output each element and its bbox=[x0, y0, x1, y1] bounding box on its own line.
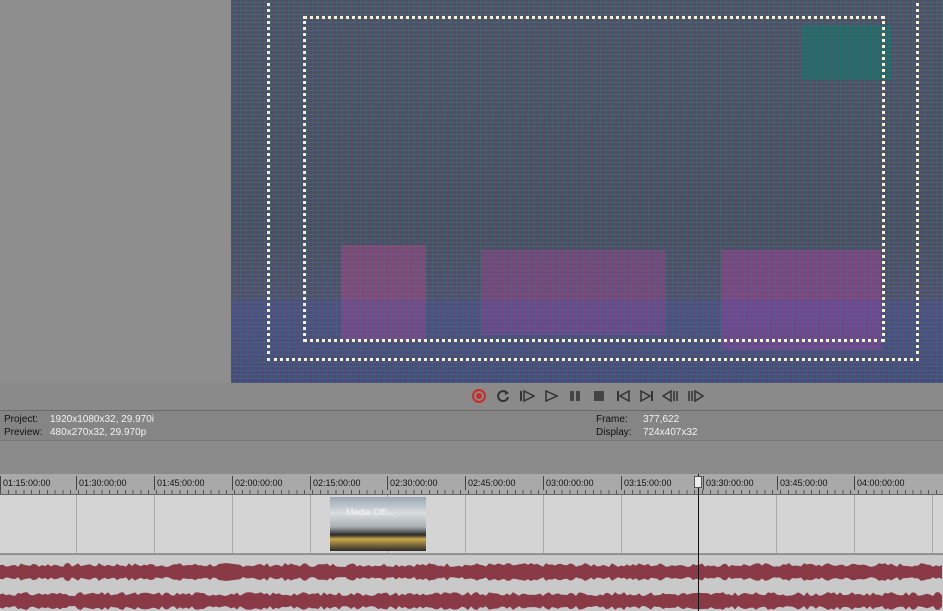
empty-preview-area bbox=[0, 0, 231, 383]
stop-button[interactable] bbox=[590, 387, 608, 405]
ruler-tick-label: 01:15:00:00 bbox=[0, 476, 51, 490]
go-to-start-icon bbox=[617, 389, 630, 403]
ruler-tick-label: 03:45:00:00 bbox=[777, 476, 828, 490]
previous-frame-button[interactable] bbox=[662, 387, 680, 405]
stop-icon bbox=[594, 391, 604, 401]
title-safe-area-overlay bbox=[303, 16, 885, 342]
pause-button[interactable] bbox=[566, 387, 584, 405]
ruler-tick-label: 04:00:00:00 bbox=[854, 476, 905, 490]
project-label: Project: bbox=[4, 414, 38, 425]
display-value: 724x407x32 bbox=[643, 427, 698, 438]
ruler-tick-label: 03:00:00:00 bbox=[543, 476, 594, 490]
frame-value: 377,622 bbox=[643, 414, 680, 425]
video-clip-thumbnail[interactable]: Media Offl... bbox=[330, 497, 426, 551]
project-value: 1920x1080x32, 29.970i bbox=[50, 414, 154, 425]
play-button[interactable] bbox=[542, 387, 560, 405]
ruler-tick-label: 01:45:00:00 bbox=[154, 476, 205, 490]
loop-icon bbox=[497, 390, 509, 403]
record-icon bbox=[472, 389, 486, 403]
ruler-tick-label: 02:15:00:00 bbox=[310, 476, 361, 490]
play-icon bbox=[545, 389, 559, 403]
playhead-handle[interactable] bbox=[694, 476, 702, 488]
video-preview-window[interactable] bbox=[231, 0, 943, 383]
audio-track[interactable] bbox=[0, 555, 943, 611]
previous-frame-icon bbox=[662, 389, 678, 403]
preview-label: Preview: bbox=[4, 427, 43, 438]
next-frame-icon bbox=[688, 389, 704, 403]
ruler-tick-label: 02:30:00:00 bbox=[387, 476, 438, 490]
ruler-tick-label: 03:30:00:00 bbox=[703, 476, 754, 490]
clip-label: Media Offl... bbox=[346, 507, 395, 517]
ruler-tick-label: 01:30:00:00 bbox=[76, 476, 127, 490]
go-to-start-button[interactable] bbox=[614, 387, 632, 405]
record-button[interactable] bbox=[470, 387, 488, 405]
loop-button[interactable] bbox=[494, 387, 512, 405]
ruler-tick-label: 02:00:00:00 bbox=[232, 476, 283, 490]
video-track[interactable] bbox=[0, 495, 943, 554]
timeline-header-area bbox=[0, 440, 943, 475]
ruler-tick-label: 02:45:00:00 bbox=[465, 476, 516, 490]
play-from-start-icon bbox=[520, 389, 535, 403]
go-to-end-icon bbox=[640, 389, 653, 403]
ruler-tick-label: 03:15:00:00 bbox=[621, 476, 672, 490]
preview-info-panel: Project: 1920x1080x32, 29.970i Preview: … bbox=[0, 410, 943, 441]
next-frame-button[interactable] bbox=[686, 387, 704, 405]
frame-label: Frame: bbox=[596, 414, 628, 425]
timeline-ruler[interactable]: 01:15:00:00 01:30:00:00 01:45:00:00 02:0… bbox=[0, 474, 943, 495]
play-from-start-button[interactable] bbox=[518, 387, 536, 405]
preview-value: 480x270x32, 29.970p bbox=[50, 427, 147, 438]
pause-icon bbox=[570, 391, 580, 401]
display-label: Display: bbox=[596, 427, 632, 438]
transport-bar bbox=[470, 384, 704, 408]
playhead-cursor[interactable] bbox=[698, 474, 699, 611]
go-to-end-button[interactable] bbox=[638, 387, 656, 405]
audio-waveform bbox=[0, 563, 942, 610]
